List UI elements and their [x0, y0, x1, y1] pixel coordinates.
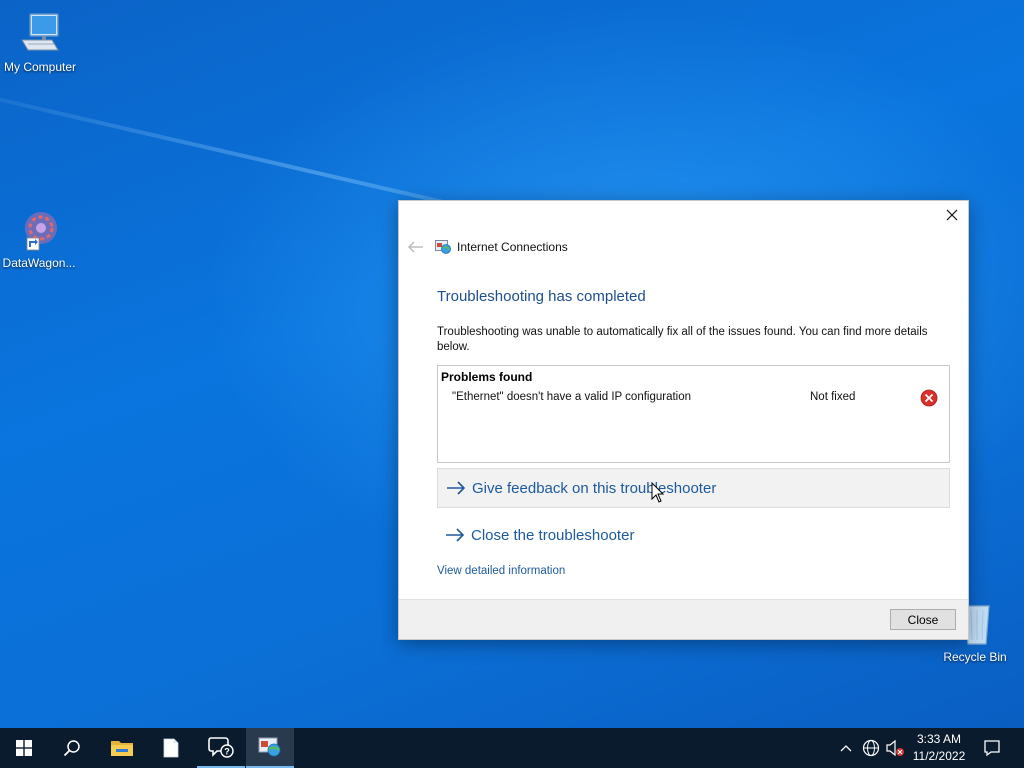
svg-text:?: ? [224, 747, 230, 757]
desktop-icon-my-computer[interactable]: My Computer [0, 10, 80, 74]
troubleshooter-app-icon [258, 737, 281, 757]
arrow-right-icon [446, 528, 465, 542]
result-description: Troubleshooting was unable to automatica… [437, 326, 928, 353]
desktop-icon-label: Recycle Bin [943, 650, 1007, 664]
close-button[interactable]: Close [890, 609, 956, 630]
desktop: My Computer DataWagon... Recycle Bin Int… [0, 0, 1024, 728]
file-explorer-icon [111, 741, 133, 756]
clock-date: 11/2/2022 [912, 749, 966, 763]
troubleshooter-dialog: Internet Connections Troubleshooting has… [398, 200, 969, 640]
dialog-footer: Close [399, 599, 968, 639]
dialog-header: Internet Connections [407, 237, 568, 257]
taskbar: ? 3:33 AM 11/2/2022 [0, 728, 1024, 768]
problem-description[interactable]: "Ethernet" doesn't have a valid IP confi… [452, 391, 691, 403]
network-status-button[interactable] [861, 738, 881, 758]
help-chat-icon: ? [208, 737, 234, 758]
give-feedback-label: Give feedback on this troubleshooter [472, 479, 717, 497]
back-arrow-icon[interactable] [407, 240, 425, 254]
troubleshooter-taskbar-button[interactable] [246, 728, 294, 768]
show-hidden-icons-button[interactable] [836, 738, 856, 758]
notification-icon [984, 740, 1000, 757]
internet-connections-icon [435, 240, 451, 254]
computer-icon [16, 10, 64, 58]
arrow-right-icon [447, 481, 466, 495]
problems-found-title: Problems found [441, 370, 533, 384]
desktop-icon-label: DataWagon... [2, 256, 76, 270]
mouse-cursor-icon [651, 482, 665, 503]
close-icon [946, 209, 958, 221]
close-window-button[interactable] [942, 205, 962, 225]
start-icon [16, 740, 32, 756]
desktop-icon-label: My Computer [3, 60, 77, 74]
search-icon [63, 740, 80, 757]
speaker-muted-icon [886, 739, 904, 757]
chevron-up-icon [840, 745, 852, 752]
view-detailed-information-link[interactable]: View detailed information [437, 565, 565, 577]
page-title: Troubleshooting has completed [437, 288, 646, 305]
volume-button[interactable] [885, 738, 905, 758]
start-button[interactable] [0, 728, 48, 768]
app-title: Internet Connections [457, 240, 568, 254]
problems-found-panel: Problems found "Ethernet" doesn't have a… [437, 365, 950, 463]
clock-time: 3:33 AM [916, 732, 962, 746]
datawagon-shortcut-icon [15, 206, 63, 254]
give-feedback-link[interactable]: Give feedback on this troubleshooter [437, 468, 950, 508]
system-clock[interactable]: 3:33 AM 11/2/2022 [906, 731, 972, 765]
file-explorer-button[interactable] [98, 728, 146, 768]
error-icon [920, 389, 938, 407]
help-chat-button[interactable]: ? [197, 728, 245, 768]
close-troubleshooter-link[interactable]: Close the troubleshooter [437, 515, 950, 555]
close-troubleshooter-label: Close the troubleshooter [471, 526, 635, 544]
notepad-icon [163, 738, 179, 758]
desktop-icon-datawagon[interactable]: DataWagon... [0, 206, 79, 270]
search-button[interactable] [48, 728, 96, 768]
globe-network-icon [862, 739, 880, 757]
problem-status: Not fixed [810, 391, 856, 403]
notepad-button[interactable] [147, 728, 195, 768]
action-center-button[interactable] [982, 738, 1002, 758]
